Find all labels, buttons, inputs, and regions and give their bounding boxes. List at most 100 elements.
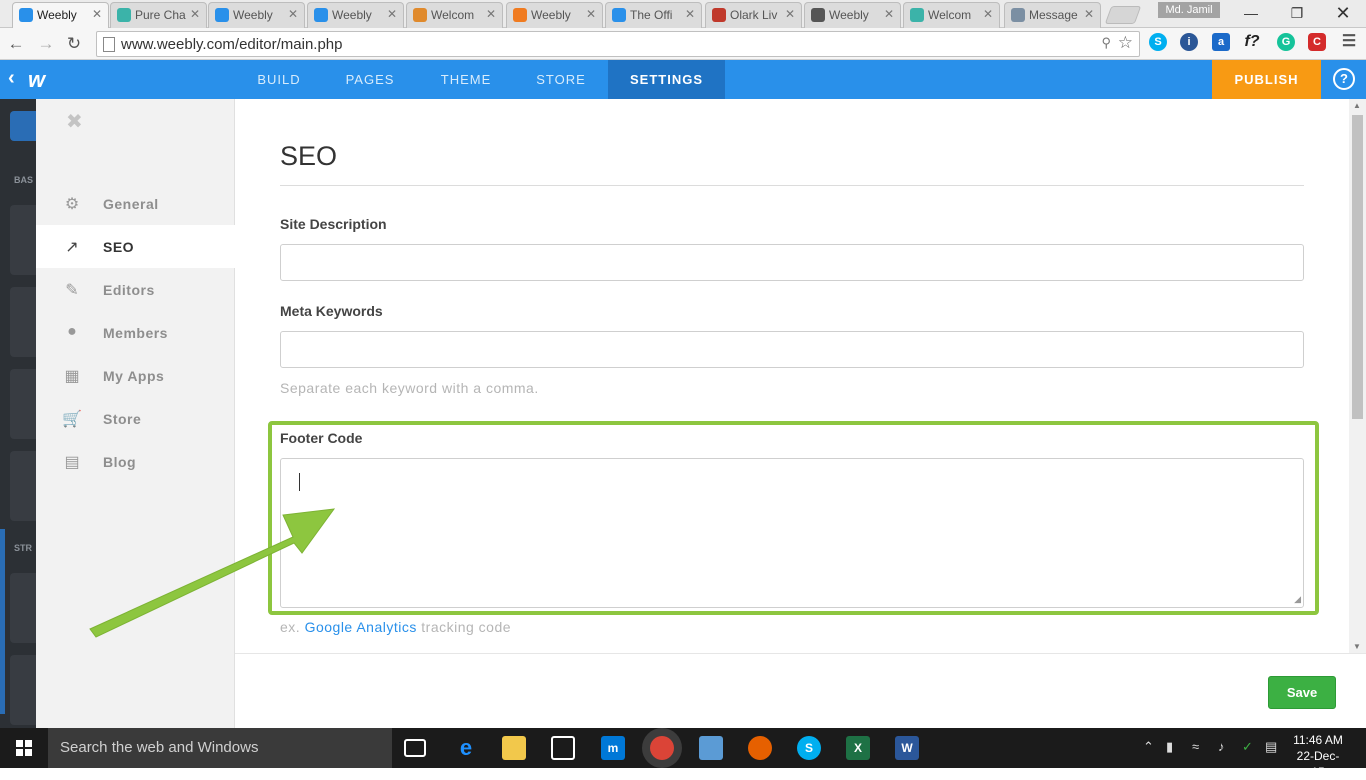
browser-tab[interactable]: Pure Cha ✕	[110, 2, 207, 28]
store-icon[interactable]	[551, 736, 575, 760]
browser-tab[interactable]: Weebly ✕	[12, 2, 109, 28]
taskbar-clock[interactable]: 11:46 AM 22-Dec-15	[1290, 732, 1346, 780]
browser-tab[interactable]: Welcom ✕	[903, 2, 1000, 28]
minimize-icon[interactable]: —	[1228, 0, 1274, 28]
translate-extension-icon[interactable]: a	[1212, 33, 1230, 51]
help-icon[interactable]: ?	[1333, 68, 1355, 90]
address-bar[interactable]: www.weebly.com/editor/main.php ⚲ ☆	[96, 31, 1140, 57]
windows-taskbar: Search the web and Windows e m S X W ⌃ ▮…	[0, 728, 1366, 779]
sidebar-item-seo[interactable]: ↗ SEO	[36, 225, 235, 268]
sidebar-item-editors[interactable]: ✎ Editors	[36, 268, 235, 311]
close-tab-icon[interactable]: ✕	[586, 7, 596, 21]
new-tab-button[interactable]	[1104, 6, 1142, 24]
browser-tab[interactable]: Message ✕	[1004, 2, 1101, 28]
close-icon[interactable]: ✖	[66, 109, 83, 134]
publish-button[interactable]: PUBLISH	[1212, 60, 1321, 99]
scroll-up-icon[interactable]: ▲	[1353, 101, 1361, 110]
close-tab-icon[interactable]: ✕	[288, 7, 298, 21]
address-url[interactable]: www.weebly.com/editor/main.php	[121, 36, 342, 53]
browser-tab[interactable]: Weebly ✕	[307, 2, 404, 28]
chrome-icon[interactable]	[650, 736, 674, 760]
notifications-icon[interactable]: ▤	[1265, 739, 1277, 755]
save-button[interactable]: Save	[1268, 676, 1336, 709]
nav-pages[interactable]: PAGES	[330, 60, 410, 99]
skype-icon[interactable]: S	[797, 736, 821, 760]
file-explorer-icon[interactable]	[502, 736, 526, 760]
browser-profile-name[interactable]: Md. Jamil	[1158, 2, 1220, 18]
chevron-left-icon[interactable]: ‹	[8, 67, 15, 90]
browser-tab[interactable]: Olark Liv ✕	[705, 2, 802, 28]
resize-grip-icon[interactable]: ◢	[1294, 594, 1301, 605]
sidebar-item-my-apps[interactable]: ▦ My Apps	[36, 354, 235, 397]
close-tab-icon[interactable]: ✕	[685, 7, 695, 21]
editor-section-label: STR	[14, 543, 32, 553]
browser-tab-title: Welcom	[928, 8, 972, 22]
close-tab-icon[interactable]: ✕	[486, 7, 496, 21]
close-tab-icon[interactable]: ✕	[785, 7, 795, 21]
volume-icon[interactable]: ♪	[1218, 739, 1225, 754]
browser-tab-title: Weebly	[233, 8, 273, 22]
title-divider	[280, 185, 1304, 186]
close-tab-icon[interactable]: ✕	[884, 7, 894, 21]
wifi-icon[interactable]: ≈	[1192, 739, 1199, 754]
grammarly-extension-icon[interactable]: G	[1277, 33, 1295, 51]
excel-icon[interactable]: X	[846, 736, 870, 760]
main-scrollbar[interactable]: ▲ ▼	[1349, 99, 1366, 653]
maxthon-icon[interactable]: m	[601, 736, 625, 760]
browser-tab[interactable]: Weebly ✕	[506, 2, 603, 28]
browser-tab[interactable]: Welcom ✕	[406, 2, 503, 28]
firefox-icon[interactable]	[748, 736, 772, 760]
editor-block	[10, 287, 36, 357]
taskbar-search-input[interactable]: Search the web and Windows	[48, 728, 392, 768]
windows-start-icon[interactable]	[0, 728, 48, 768]
restore-icon[interactable]: ❐	[1274, 0, 1320, 28]
task-view-icon[interactable]	[404, 739, 426, 757]
page-icon	[103, 37, 115, 52]
browser-tab[interactable]: The Offi ✕	[605, 2, 702, 28]
nav-theme[interactable]: THEME	[425, 60, 507, 99]
sidebar-item-general[interactable]: ⚙ General	[36, 182, 235, 225]
sidebar-item-blog[interactable]: ▤ Blog	[36, 440, 235, 483]
skype-extension-icon[interactable]: S	[1149, 33, 1167, 51]
weebly-logo-icon[interactable]: w	[28, 67, 56, 92]
close-tab-icon[interactable]: ✕	[983, 7, 993, 21]
gear-icon: ⚙	[64, 196, 80, 213]
font-finder-extension-icon[interactable]: f?	[1243, 33, 1261, 51]
browser-tab[interactable]: Weebly ✕	[208, 2, 305, 28]
scrollbar-thumb[interactable]	[1352, 115, 1363, 419]
clock-date: 22-Dec-15	[1296, 749, 1340, 779]
word-icon[interactable]: W	[895, 736, 919, 760]
app-icon[interactable]	[699, 736, 723, 760]
edge-browser-icon[interactable]: e	[454, 736, 478, 760]
sidebar-item-members[interactable]: ● Members	[36, 311, 235, 354]
nav-build[interactable]: BUILD	[240, 60, 318, 99]
key-icon[interactable]: ⚲	[1101, 35, 1111, 51]
meta-keywords-input[interactable]	[280, 331, 1304, 368]
nav-store[interactable]: STORE	[520, 60, 602, 99]
globe-extension-icon[interactable]: i	[1180, 33, 1198, 51]
close-window-icon[interactable]: ✕	[1320, 0, 1366, 28]
sidebar-item-store[interactable]: 🛒 Store	[36, 397, 235, 440]
sidebar-item-label: Members	[103, 325, 168, 341]
site-description-input[interactable]	[280, 244, 1304, 281]
bookmark-star-icon[interactable]: ☆	[1118, 33, 1133, 53]
close-tab-icon[interactable]: ✕	[92, 7, 102, 21]
scroll-down-icon[interactable]: ▼	[1353, 642, 1361, 651]
forward-arrow-icon[interactable]: →	[34, 32, 58, 56]
sync-icon[interactable]: ✓	[1242, 739, 1253, 755]
reload-icon[interactable]: ↻	[62, 32, 86, 56]
footer-code-textarea[interactable]: ◢	[280, 458, 1304, 608]
back-arrow-icon[interactable]: ←	[4, 32, 28, 56]
editor-block	[10, 205, 36, 275]
battery-icon[interactable]: ▮	[1166, 739, 1173, 755]
browser-tab[interactable]: Weebly ✕	[804, 2, 901, 28]
close-tab-icon[interactable]: ✕	[1084, 7, 1094, 21]
footer-code-label: Footer Code	[280, 430, 363, 446]
nav-settings[interactable]: SETTINGS	[608, 60, 725, 99]
sidebar-item-label: SEO	[103, 239, 135, 255]
chevron-up-icon[interactable]: ⌃	[1143, 739, 1154, 755]
menu-icon[interactable]: ☰	[1340, 33, 1358, 51]
shield-extension-icon[interactable]: C	[1308, 33, 1326, 51]
close-tab-icon[interactable]: ✕	[190, 7, 200, 21]
close-tab-icon[interactable]: ✕	[387, 7, 397, 21]
